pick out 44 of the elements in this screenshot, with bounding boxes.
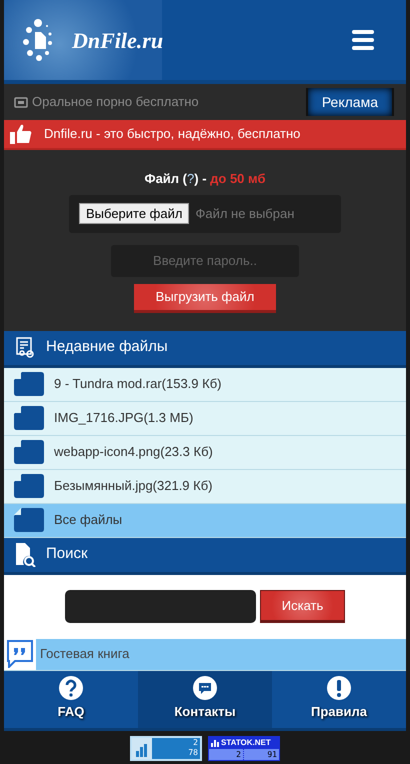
file-icon [14,508,44,532]
counter-title: STATOK.NET [221,738,271,748]
file-icon [14,474,44,498]
section-icon [14,336,36,358]
thumbs-up-icon [10,124,32,144]
ad-icon [14,96,28,108]
section-title: Недавние файлы [46,337,168,358]
section-title: Поиск [46,544,88,564]
counter-value: 2 [209,748,244,760]
file-status: Файл не выбран [195,204,294,223]
ad-link[interactable]: Оральное порно бесплатно [32,92,199,112]
question-icon [59,676,83,700]
choose-file-button[interactable]: Выберите файл [79,203,190,224]
nav-tab[interactable]: Контакты [138,670,272,728]
file-icon [14,440,44,464]
file-input[interactable]: Выберите файл Файл не выбран [69,194,341,232]
file-row[interactable]: Безымянный.jpg(321.9 Кб) [4,470,406,504]
file-icon [14,406,44,430]
file-row[interactable]: webapp-icon4.png(23.3 Кб) [4,436,406,470]
nav-tab[interactable]: FAQ [4,670,138,728]
exclamation-icon [327,676,351,700]
chart-icon [132,738,152,758]
guestbook-link[interactable]: Гостевая книга [36,638,406,670]
file-icon [14,372,44,396]
password-field[interactable]: Введите пароль.. [111,244,299,276]
search-button[interactable]: Искать [260,590,345,623]
upload-title: Файл (?) - до 50 мб [144,170,266,188]
chart-icon [211,738,219,746]
section-icon [14,542,36,566]
counter-value: 2 [193,738,198,748]
search-field[interactable] [65,590,256,623]
file-row[interactable]: 9 - Tundra mod.rar(153.9 Кб) [4,368,406,402]
help-link[interactable]: ? [187,171,194,186]
visitor-counter[interactable]: 2 78 [130,736,202,760]
counter-value: 91 [266,748,278,760]
counter-value: 78 [188,748,198,758]
upload-button[interactable]: Выгрузить файл [134,284,276,312]
visitor-counter[interactable]: STATOK.NET 2 91 [208,736,280,760]
ad-button[interactable]: Реклама [306,88,394,116]
nav-tab[interactable]: Правила [272,670,406,728]
menu-icon[interactable] [352,30,374,50]
file-row[interactable]: IMG_1716.JPG(1.3 МБ) [4,402,406,436]
banner-text: Dnfile.ru - это быстро, надёжно, бесплатно [44,125,300,144]
chat-icon [193,676,217,700]
